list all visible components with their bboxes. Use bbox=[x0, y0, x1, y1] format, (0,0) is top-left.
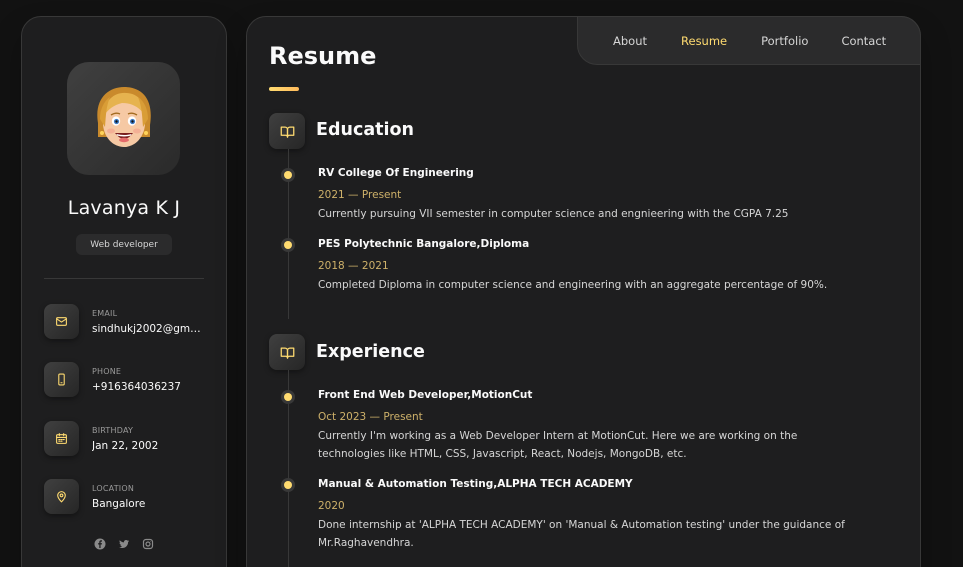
facebook-icon[interactable] bbox=[94, 538, 106, 550]
contact-phone-label: Phone bbox=[92, 367, 122, 376]
experience-item-title: Front End Web Developer,MotionCut bbox=[318, 389, 533, 401]
social-links bbox=[22, 538, 226, 550]
education-item-text: Currently pursuing VII semester in compu… bbox=[318, 208, 789, 220]
experience-item-date: 2020 bbox=[318, 500, 345, 512]
contact-email-value[interactable]: sindhukj2002@gmail.com bbox=[92, 323, 206, 335]
education-item-date: 2018 — 2021 bbox=[318, 260, 389, 272]
calendar-icon bbox=[44, 421, 79, 456]
education-item-text: Completed Diploma in computer science an… bbox=[318, 279, 828, 291]
memoji-avatar-icon bbox=[96, 86, 151, 147]
experience-title: Experience bbox=[316, 342, 425, 362]
nav-link-contact[interactable]: Contact bbox=[841, 34, 886, 48]
contact-birthday-label: Birthday bbox=[92, 426, 134, 435]
education-item-title: RV College Of Engineering bbox=[318, 167, 474, 179]
education-item-date: 2021 — Present bbox=[318, 189, 402, 201]
experience-item-text: Currently I'm working as a Web Developer… bbox=[318, 430, 798, 460]
title-underline bbox=[269, 87, 299, 91]
experience-item-title: Manual & Automation Testing,ALPHA TECH A… bbox=[318, 478, 633, 490]
sidebar: Lavanya K J Web developer Email sindhukj… bbox=[21, 16, 227, 567]
contact-location-label: Location bbox=[92, 484, 135, 493]
nav-link-about[interactable]: About bbox=[613, 34, 647, 48]
twitter-icon[interactable] bbox=[118, 538, 130, 550]
instagram-icon[interactable] bbox=[142, 538, 154, 550]
book-icon bbox=[269, 334, 305, 370]
timeline-dot bbox=[284, 481, 292, 489]
experience-item-text: Done internship at 'ALPHA TECH ACADEMY' … bbox=[318, 519, 845, 549]
contact-location-value: Bangalore bbox=[92, 498, 146, 510]
contact-phone-value[interactable]: +916364036237 bbox=[92, 381, 206, 393]
nav-link-resume[interactable]: Resume bbox=[681, 34, 727, 48]
contact-birthday: Birthday Jan 22, 2002 bbox=[44, 421, 214, 461]
book-icon bbox=[269, 113, 305, 149]
avatar bbox=[67, 62, 180, 175]
navbar: About Resume Portfolio Contact bbox=[577, 16, 921, 65]
profile-title-badge: Web developer bbox=[76, 234, 172, 255]
location-pin-icon bbox=[44, 479, 79, 514]
profile-name: Lavanya K J bbox=[67, 197, 181, 219]
nav-link-portfolio[interactable]: Portfolio bbox=[761, 34, 808, 48]
education-title: Education bbox=[316, 120, 414, 140]
contact-location: Location Bangalore bbox=[44, 479, 214, 519]
experience-item-date: Oct 2023 — Present bbox=[318, 411, 423, 423]
timeline-dot bbox=[284, 171, 292, 179]
sidebar-separator bbox=[44, 278, 204, 279]
contact-email: Email sindhukj2002@gmail.com bbox=[44, 304, 214, 344]
contact-phone: Phone +916364036237 bbox=[44, 362, 214, 402]
education-item-title: PES Polytechnic Bangalore,Diploma bbox=[318, 238, 530, 250]
mail-icon bbox=[44, 304, 79, 339]
contact-email-label: Email bbox=[92, 309, 118, 318]
contact-birthday-value: Jan 22, 2002 bbox=[92, 440, 159, 452]
page-title: Resume bbox=[269, 42, 377, 70]
main-panel: About Resume Portfolio Contact Resume Ed… bbox=[246, 16, 921, 567]
timeline-dot bbox=[284, 393, 292, 401]
phone-icon bbox=[44, 362, 79, 397]
timeline-dot bbox=[284, 241, 292, 249]
